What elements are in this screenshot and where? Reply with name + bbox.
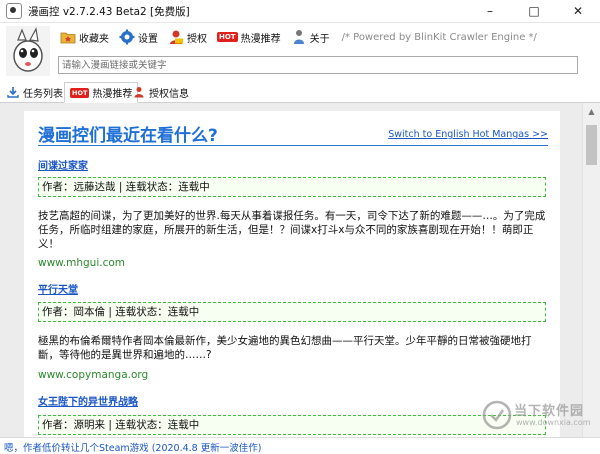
manga-title-link[interactable]: 女王陛下的异世界战略	[38, 393, 138, 408]
title-bar: 漫画控 v2.7.2.43 Beta2 [免费版] – □ ✕	[0, 0, 600, 23]
about-label: 关于	[309, 33, 330, 45]
tab-task-list-label: 任务列表	[23, 88, 63, 100]
hot-button[interactable]: HOT 热漫推荐	[217, 26, 281, 48]
manga-description: 極黑的布倫希爾特作者岡本倫最新作，美少女遍地的異色幻想曲——平行天堂。少年平靜的…	[38, 335, 532, 361]
manga-description: 技艺高超的间谍，为了更加美好的世界.每天从事着谍报任务。有一天，司令下达了新的难…	[38, 210, 546, 250]
folder-star-icon	[60, 32, 76, 44]
watermark-text: 当下软件园	[514, 404, 585, 419]
scroll-thumb[interactable]	[586, 125, 597, 165]
favorites-button[interactable]: 收藏夹	[60, 26, 109, 48]
manga-info-box: 作者：远藤达哉 | 连载状态：连载中	[38, 177, 546, 197]
info-person-icon	[293, 30, 304, 44]
hot-badge-icon: HOT	[217, 32, 238, 42]
user-icon	[134, 87, 144, 98]
status-link[interactable]: 嗯，作者低价转让几个Steam游戏 (2020.4.8 更新一波佳作)	[4, 440, 261, 454]
manga-info-box: 作者：岡本倫 | 连载状态：连载中	[38, 302, 546, 322]
tab-hot-mangas-label: 热漫推荐	[92, 89, 133, 100]
status-bar: 嗯，作者低价转让几个Steam游戏 (2020.4.8 更新一波佳作)	[0, 437, 600, 454]
mascot-logo-icon	[6, 26, 50, 76]
settings-button[interactable]: 设置	[119, 26, 158, 48]
watermark-logo-icon	[482, 400, 512, 430]
tab-license-info[interactable]: 授权信息	[128, 83, 194, 101]
tab-bar: 任务列表 HOT 热漫推荐 授权信息	[0, 82, 600, 103]
vertical-scrollbar[interactable]: ▲	[582, 103, 600, 437]
app-icon	[6, 3, 22, 19]
page-title: 漫画控们最近在看什么?	[38, 126, 218, 146]
switch-language-link[interactable]: Switch to English Hot Mangas >>	[388, 129, 548, 140]
hot-label: 热漫推荐	[240, 33, 281, 45]
manga-info-box: 作者：源明来 | 连载状态：连载中	[38, 415, 546, 435]
window-title: 漫画控 v2.7.2.43 Beta2 [免费版]	[28, 5, 190, 18]
manga-title-link[interactable]: 间谍过家家	[38, 157, 88, 172]
toolbar-area: 收藏夹 设置 授权 HOT 热漫推荐 关于 /* Powered by Blin…	[0, 23, 600, 81]
toolbar: 收藏夹 设置 授权 HOT 热漫推荐 关于 /* Powered by Blin…	[60, 25, 537, 49]
hot-manga-panel: 漫画控们最近在看什么? Switch to English Hot Mangas…	[24, 111, 560, 437]
watermark-url: www.downxia.com	[516, 418, 591, 427]
minimize-button[interactable]: –	[468, 0, 512, 22]
hot-badge-icon: HOT	[70, 87, 90, 98]
license-button[interactable]: 授权	[168, 26, 207, 48]
search-input[interactable]	[58, 56, 578, 74]
content-area: 漫画控们最近在看什么? Switch to English Hot Mangas…	[0, 103, 600, 437]
license-label: 授权	[187, 33, 207, 45]
gear-icon	[119, 29, 135, 45]
manga-title-link[interactable]: 平行天堂	[38, 281, 78, 296]
about-button[interactable]: 关于	[291, 26, 330, 48]
settings-label: 设置	[138, 33, 158, 45]
tab-license-info-label: 授权信息	[149, 88, 189, 100]
scroll-up-arrow-icon[interactable]: ▲	[583, 107, 600, 116]
manga-source-site: www.mhgui.com	[38, 257, 126, 269]
close-button[interactable]: ✕	[556, 0, 600, 22]
window-controls: – □ ✕	[468, 0, 600, 22]
vip-user-icon	[170, 30, 183, 44]
manga-source-site: www.copymanga.org	[38, 369, 149, 381]
tab-task-list[interactable]: 任务列表	[2, 83, 68, 101]
favorites-label: 收藏夹	[79, 33, 109, 45]
site-watermark: 当下软件园 www.downxia.com	[482, 398, 592, 432]
heading-row: 漫画控们最近在看什么? Switch to English Hot Mangas…	[38, 117, 548, 146]
powered-by-text: /* Powered by BlinKit Crawler Engine */	[341, 31, 537, 43]
maximize-button[interactable]: □	[512, 0, 556, 22]
download-icon	[7, 87, 19, 98]
